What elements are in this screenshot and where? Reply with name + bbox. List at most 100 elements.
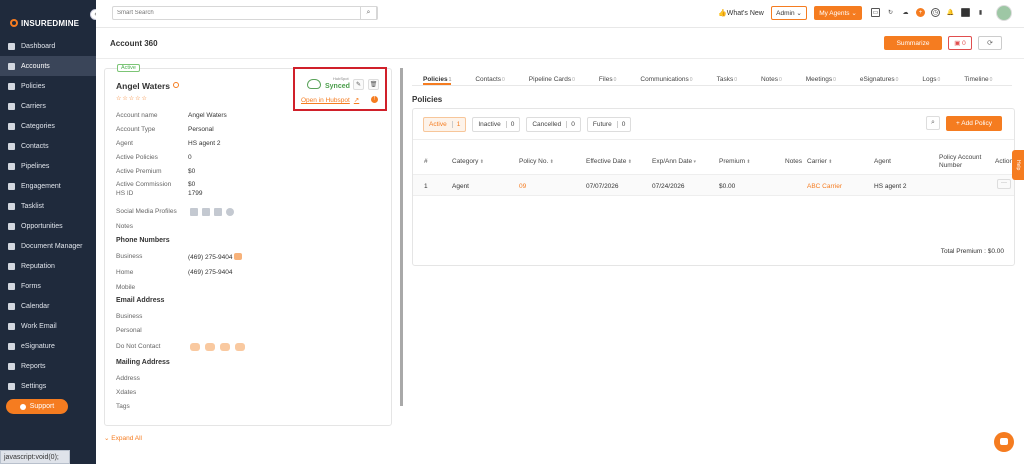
sidebar-item-work-email[interactable]: Work Email — [0, 316, 96, 336]
support-button[interactable]: Support — [6, 399, 68, 414]
avatar[interactable] — [996, 5, 1012, 21]
info-icon[interactable] — [173, 82, 180, 88]
brand-logo[interactable]: INSUREDMINE — [0, 0, 96, 30]
help-tab[interactable]: Help — [1012, 150, 1024, 180]
tab-logs[interactable]: Logs0 — [922, 70, 940, 85]
globe-icon[interactable] — [226, 208, 234, 216]
bell-icon[interactable]: 🔔 — [946, 8, 955, 17]
phone-business: Business (469) 275-9404 — [116, 253, 243, 261]
sidebar-item-forms[interactable]: Forms — [0, 276, 96, 296]
search-icon[interactable]: ⌕ — [926, 116, 940, 130]
tab-contacts[interactable]: Contacts0 — [475, 70, 504, 85]
tab-notes[interactable]: Notes0 — [761, 70, 782, 85]
email-block-icon[interactable] — [190, 343, 200, 351]
tab-files[interactable]: Files0 — [599, 70, 617, 85]
chat-widget-icon[interactable] — [994, 432, 1014, 452]
warning-icon[interactable]: ! — [371, 96, 378, 103]
add-icon[interactable]: + — [916, 8, 925, 17]
sidebar-item-reports[interactable]: Reports — [0, 356, 96, 376]
open-in-hubspot-link[interactable]: Open in Hubspot ↗ — [301, 96, 359, 104]
my-agents-button[interactable]: My Agents ⌄ — [814, 6, 862, 20]
cloud-icon[interactable]: ☁ — [901, 8, 910, 17]
facebook-icon[interactable] — [202, 208, 210, 216]
sidebar-item-esignature[interactable]: eSignature — [0, 336, 96, 356]
tab-meetings[interactable]: Meetings0 — [806, 70, 836, 85]
search-icon[interactable]: ⌕ — [360, 6, 377, 20]
col-action: Action — [995, 158, 1014, 165]
phone-icon[interactable]: ▮ — [976, 8, 985, 17]
sidebar-item-opportunities[interactable]: Opportunities — [0, 216, 96, 236]
refresh-button[interactable]: ⟳ — [978, 36, 1002, 50]
inbox-button[interactable]: ▣ 0 — [948, 36, 972, 50]
sync-icon[interactable]: ↻ — [886, 8, 895, 17]
clock-icon[interactable]: ◷ — [931, 8, 940, 17]
tab-count: 0 — [833, 77, 836, 83]
whats-new-link[interactable]: 👍What's New — [718, 9, 764, 17]
summarize-button[interactable]: Summarize — [884, 36, 942, 50]
sidebar-item-dashboard[interactable]: Dashboard — [0, 36, 96, 56]
filter-inactive[interactable]: Inactive 0 — [472, 117, 521, 132]
tab-pipeline-cards[interactable]: Pipeline Cards0 — [529, 70, 575, 85]
linkedin-icon[interactable] — [190, 208, 198, 216]
filter-cancelled[interactable]: Cancelled 0 — [526, 117, 581, 132]
sidebar-item-document-manager[interactable]: Document Manager — [0, 236, 96, 256]
field-hs-id: HS ID 1799 — [116, 190, 202, 197]
table-row[interactable] — [413, 174, 1014, 196]
field-label: Active Commission — [116, 181, 172, 188]
tab-communications[interactable]: Communications0 — [640, 70, 692, 85]
sms-block-icon[interactable] — [205, 343, 215, 351]
sidebar-item-policies[interactable]: Policies — [0, 76, 96, 96]
sidebar-item-engagement[interactable]: Engagement — [0, 176, 96, 196]
sidebar-item-accounts[interactable]: Accounts — [0, 56, 96, 76]
sidebar-nav: Dashboard Accounts Policies Carriers Cat… — [0, 36, 96, 396]
sidebar-item-carriers[interactable]: Carriers — [0, 96, 96, 116]
filter-active[interactable]: Active 1 — [423, 117, 467, 132]
sidebar-item-tasklist[interactable]: Tasklist — [0, 196, 96, 216]
rating-stars[interactable]: ☆☆☆☆☆ — [116, 95, 148, 102]
page-title: Account 360 — [110, 39, 158, 48]
phone-home-value[interactable]: (469) 275-9404 — [188, 269, 232, 276]
search-input[interactable] — [113, 7, 353, 19]
twitter-icon[interactable] — [214, 208, 222, 216]
call-icon[interactable] — [234, 253, 243, 260]
sidebar-item-reputation[interactable]: Reputation — [0, 256, 96, 276]
phone-business-value[interactable]: (469) 275-9404 — [188, 253, 243, 261]
tab-esignatures[interactable]: eSignatures0 — [860, 70, 898, 85]
tab-timeline[interactable]: Timeline0 — [964, 70, 992, 85]
screen-icon[interactable]: ▭ — [871, 8, 880, 17]
tab-count: 0 — [613, 77, 617, 83]
sidebar-item-pipelines[interactable]: Pipelines — [0, 156, 96, 176]
col-premium[interactable]: Premium ⬍ — [719, 158, 751, 165]
mail-block-icon[interactable] — [235, 343, 245, 351]
phone-block-icon[interactable] — [220, 343, 230, 351]
chip-icon[interactable] — [961, 8, 970, 17]
tab-tasks[interactable]: Tasks0 — [717, 70, 737, 85]
tab-policies[interactable]: Policies1 — [423, 70, 452, 85]
col-effective-date[interactable]: Effective Date ⬍ — [586, 158, 632, 165]
sidebar-item-categories[interactable]: Categories — [0, 116, 96, 136]
panel-resizer[interactable] — [400, 68, 403, 406]
add-policy-button[interactable]: + Add Policy — [946, 116, 1002, 131]
sidebar-item-calendar[interactable]: Calendar — [0, 296, 96, 316]
cloud-check-icon — [307, 79, 321, 89]
col-exp-date[interactable]: Exp/Ann Date ▾ — [652, 158, 696, 165]
cell-agent: HS agent 2 — [874, 183, 907, 190]
sidebar-item-settings[interactable]: Settings — [0, 376, 96, 396]
admin-dropdown[interactable]: Admin ⌄ — [771, 6, 807, 20]
cell-carrier[interactable]: ABC Carrier — [807, 183, 842, 190]
field-label: Business — [116, 313, 143, 320]
reports-icon — [8, 362, 15, 370]
edit-icon[interactable]: ✎ — [353, 79, 364, 90]
gear-icon — [8, 382, 15, 390]
field-label: HS ID — [116, 190, 134, 197]
col-policy-no[interactable]: Policy No. ⬍ — [519, 158, 554, 165]
cell-policy-no[interactable]: 09 — [519, 183, 526, 190]
sidebar-item-label: Settings — [21, 382, 47, 390]
col-category[interactable]: Category ⬍ — [452, 158, 484, 165]
expand-all-link[interactable]: ⌄ Expand All — [104, 434, 142, 442]
filter-future[interactable]: Future 0 — [586, 117, 632, 132]
row-actions-button[interactable]: ··· — [997, 179, 1011, 189]
col-carrier[interactable]: Carrier ⬍ — [807, 158, 832, 165]
sidebar-item-contacts[interactable]: Contacts — [0, 136, 96, 156]
delete-icon[interactable]: 🗑 — [368, 79, 379, 90]
